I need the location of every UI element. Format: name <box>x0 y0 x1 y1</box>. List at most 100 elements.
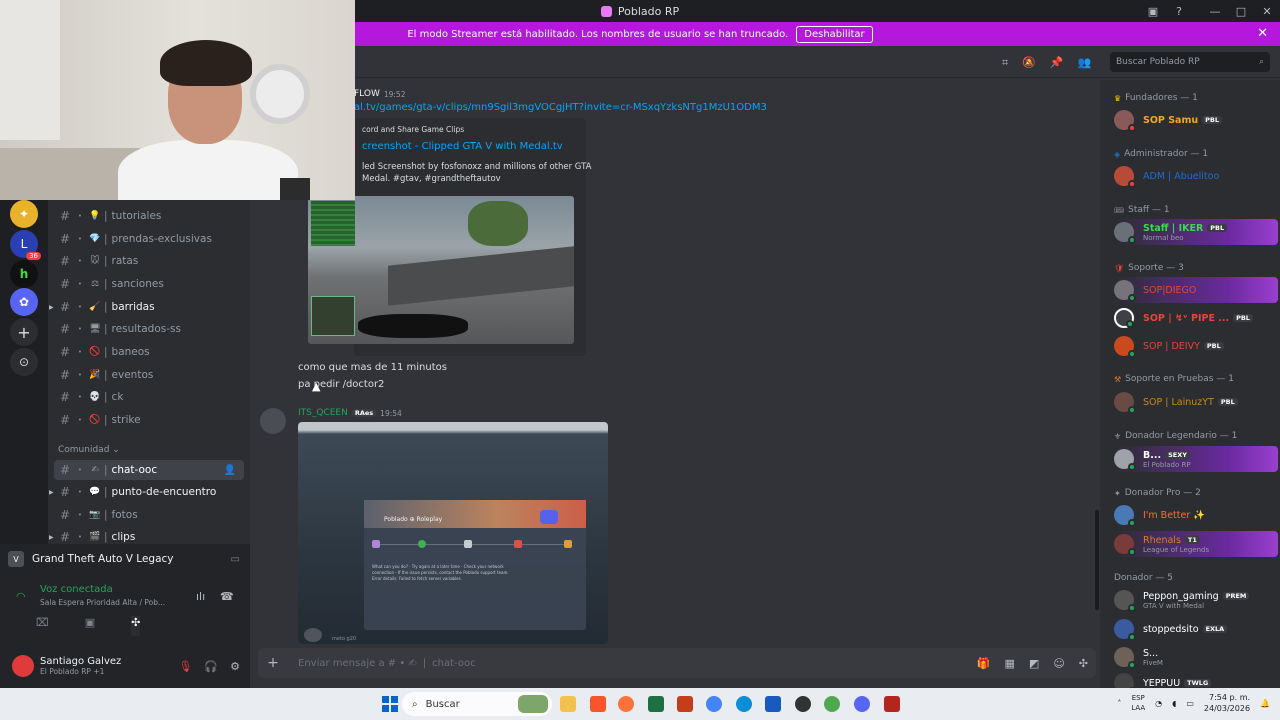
excel-icon[interactable] <box>648 696 664 712</box>
member-item[interactable]: S... FiveM <box>1114 644 1278 670</box>
disable-streamer-button[interactable]: Deshabilitar <box>796 25 873 43</box>
notifications-icon[interactable]: 🔕 <box>1022 56 1036 70</box>
apps-icon[interactable]: ✣ <box>1079 657 1088 670</box>
gift-icon[interactable]: 🎁 <box>977 657 991 670</box>
minimize-button[interactable]: — <box>1202 5 1228 18</box>
headphones-icon[interactable]: 🎧 <box>204 660 218 673</box>
member-item[interactable]: ADM | Abuelitoo <box>1114 163 1278 189</box>
screen-icon[interactable]: ▭ <box>231 554 240 565</box>
chevron-up-icon[interactable]: ˄ <box>1117 699 1121 708</box>
message-link[interactable]: al.tv/games/gta-v/clips/mn9Sgil3mgVOCgjH… <box>354 102 767 113</box>
channel-resultados-ss[interactable]: # • 🖥 | resultados-ss <box>48 319 244 339</box>
member-item[interactable]: SOP | LainuzYT PBL <box>1114 389 1278 415</box>
member-item[interactable]: SOP | ↯ᵛ PIPE ... PBL <box>1114 305 1278 331</box>
channel-tutoriales[interactable]: # • 💡 | tutoriales <box>48 206 244 226</box>
threads-icon[interactable]: ⌗ <box>1002 56 1008 70</box>
voice-channel[interactable]: Sala Espera Prioridad Alta / Pob... <box>40 598 165 607</box>
close-window-button[interactable]: ✕ <box>1254 5 1280 18</box>
add-attachment-icon[interactable]: + <box>258 655 288 671</box>
channel-sanciones[interactable]: # • ⚖ | sanciones <box>48 274 244 294</box>
explore-icon[interactable]: ⊙ <box>10 348 38 376</box>
image-attachment[interactable]: Poblado ⊕ Roleplay What can you do? · Tr… <box>298 422 608 644</box>
avatar <box>1114 647 1136 669</box>
screen-share-icon[interactable]: ▣ <box>85 616 95 636</box>
member-item[interactable]: Peppon_gaming PREM GTA V with Medal <box>1114 587 1278 613</box>
noise-suppression-icon[interactable]: ılı <box>196 590 205 603</box>
server-icon[interactable]: L 36 <box>10 230 41 260</box>
help-icon[interactable]: ? <box>1166 5 1192 18</box>
member-list-icon[interactable]: 👥 <box>1078 56 1092 70</box>
pin-icon[interactable]: 📌 <box>1050 56 1064 70</box>
mic-muted-icon[interactable]: 🎙 <box>178 660 192 673</box>
member-item[interactable]: I'm Better ✨ <box>1114 502 1278 528</box>
chrome-icon[interactable] <box>706 696 722 712</box>
game-activity[interactable]: V Grand Theft Auto V Legacy ▭ <box>8 546 240 572</box>
channel-ratas[interactable]: # • 🐭 | ratas <box>48 251 244 271</box>
scrollbar[interactable] <box>1095 510 1099 610</box>
search-box[interactable]: Buscar Poblado RP ⌕ <box>1110 52 1270 72</box>
voice-status[interactable]: Voz conectada <box>40 584 113 595</box>
add-user-icon[interactable]: 👤 <box>224 465 236 476</box>
firefox-icon[interactable] <box>618 696 634 712</box>
channel-strike[interactable]: # • 🚫 | strike <box>48 410 244 430</box>
channel-eventos[interactable]: # • 🎉 | eventos <box>48 365 244 385</box>
activities-icon[interactable]: ✣ <box>131 616 141 636</box>
add-server-icon[interactable]: + <box>10 318 38 346</box>
app-icon[interactable] <box>884 696 900 712</box>
author-name[interactable]: FLOW <box>354 89 380 99</box>
battery-icon[interactable]: ▭ <box>1186 699 1194 708</box>
channel-fotos[interactable]: # • 📷 | fotos <box>48 505 244 525</box>
channel-ck[interactable]: # • 💀 | ck <box>48 387 244 407</box>
inbox-icon[interactable]: ▣ <box>1140 5 1166 18</box>
member-item[interactable]: B... SEXY El Poblado RP <box>1114 446 1278 472</box>
camera-off-icon[interactable]: ⌧ <box>36 616 49 636</box>
category-comunidad[interactable]: Comunidad ⌄ <box>58 445 120 455</box>
member-item[interactable]: stoppedsito EXLA <box>1114 616 1278 642</box>
author-name[interactable]: ITS_QCEEN <box>298 408 348 418</box>
channel-chat-ooc[interactable]: # • ✍ | chat-ooc 👤 <box>54 460 244 480</box>
gif-icon[interactable]: ▦ <box>1005 657 1015 670</box>
channel-prendas-exclusivas[interactable]: # • 💎 | prendas-exclusivas <box>48 229 244 249</box>
member-item[interactable]: Rhenals T1 League of Legends <box>1114 531 1278 557</box>
channel-punto-de-encuentro[interactable]: ▶ # • 💬 | punto-de-encuentro <box>48 482 244 502</box>
close-banner-icon[interactable]: ✕ <box>1257 26 1268 41</box>
start-button[interactable] <box>382 696 398 712</box>
maximize-button[interactable]: □ <box>1228 5 1254 18</box>
avatar[interactable] <box>12 655 34 677</box>
member-item[interactable]: SOP | DEIVY PBL <box>1114 333 1278 359</box>
emoji-icon[interactable]: ☺ <box>1053 657 1064 670</box>
member-item[interactable]: SOP Samu PBL <box>1114 107 1278 133</box>
avatar[interactable] <box>260 408 286 434</box>
embed-title[interactable]: creenshot - Clipped GTA V with Medal.tv <box>362 141 563 152</box>
role-tag: RAes <box>351 409 377 417</box>
member-item[interactable]: SOP|DIEGO <box>1114 277 1278 303</box>
sticker-icon[interactable]: ◩ <box>1029 657 1039 670</box>
channel-baneos[interactable]: # • 🚫 | baneos <box>48 342 244 362</box>
chrome-profile-icon[interactable] <box>824 696 840 712</box>
brave-icon[interactable] <box>590 696 606 712</box>
wifi-icon[interactable]: ◔ <box>1155 699 1162 708</box>
server-icon[interactable]: ✦ <box>10 200 38 228</box>
role-header: ⚒ Soporte en Pruebas — 1 <box>1114 374 1234 384</box>
gear-icon[interactable]: ⚙ <box>230 660 240 673</box>
taskbar-search[interactable]: ⌕ Buscar <box>402 692 552 716</box>
member-item[interactable]: YEPPUU TWLG <box>1114 670 1278 688</box>
file-explorer-icon[interactable] <box>560 696 576 712</box>
message-input[interactable]: + Enviar mensaje a # • ✍ | chat-ooc 🎁 ▦ ◩ … <box>258 648 1096 678</box>
member-item[interactable]: Staff | IKER PBL Normal beo <box>1114 219 1278 245</box>
language-indicator[interactable]: ESP LAA <box>1131 693 1145 713</box>
disconnect-icon[interactable]: ☎ <box>220 590 234 603</box>
volume-icon[interactable]: ◖ <box>1172 699 1176 708</box>
embed-image[interactable] <box>308 196 574 344</box>
channel-barridas[interactable]: ▶ # • 🧹 | barridas <box>48 297 244 317</box>
channel-clips[interactable]: ▶ # • 🎬 | clips <box>48 527 244 544</box>
clock[interactable]: 7:54 p. m. 24/03/2026 <box>1204 692 1250 714</box>
powerpoint-icon[interactable] <box>677 696 693 712</box>
server-icon[interactable]: ✿ <box>10 288 38 316</box>
server-icon[interactable]: h <box>10 260 38 288</box>
discord-icon[interactable] <box>854 696 870 712</box>
word-icon[interactable] <box>765 696 781 712</box>
notifications-icon[interactable]: 🔔 <box>1260 699 1270 708</box>
obs-icon[interactable] <box>795 696 811 712</box>
edge-icon[interactable] <box>736 696 752 712</box>
